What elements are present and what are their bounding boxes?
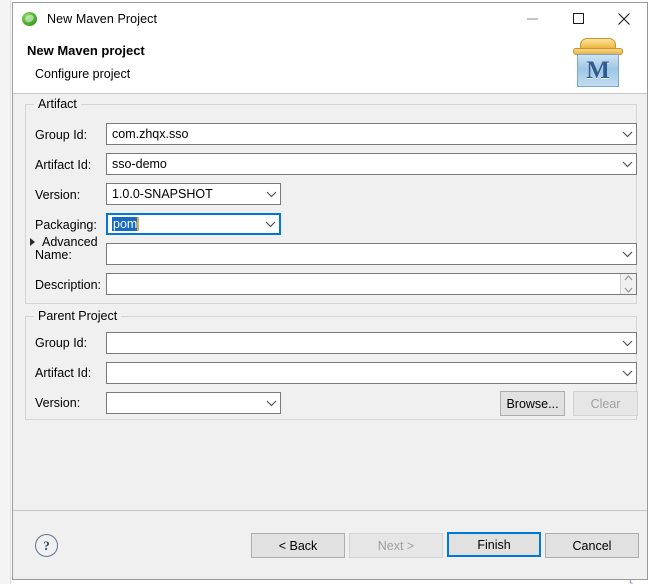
cancel-button[interactable]: Cancel: [545, 533, 639, 558]
description-input[interactable]: [106, 273, 637, 295]
description-value: [107, 274, 620, 294]
wizard-header: New Maven project Configure project M: [13, 34, 647, 94]
title-bar: New Maven Project: [13, 3, 647, 34]
chevron-down-icon[interactable]: [618, 131, 636, 138]
chevron-right-icon: [30, 238, 35, 246]
packaging-value: pom: [112, 216, 140, 231]
scroll-down-icon: [624, 287, 633, 293]
window-title: New Maven Project: [47, 11, 158, 26]
parent-project-legend: Parent Project: [34, 309, 122, 323]
wizard-content: Artifact Group Id: com.zhqx.sso Artifact…: [13, 94, 647, 510]
group-id-label: Group Id:: [35, 128, 88, 142]
page-subtitle: Configure project: [35, 67, 131, 81]
artifact-legend: Artifact: [34, 97, 81, 111]
description-scrollbar[interactable]: [620, 274, 636, 294]
chevron-down-icon[interactable]: [618, 161, 636, 168]
next-button[interactable]: Next >: [349, 533, 443, 558]
chevron-down-icon[interactable]: [262, 191, 280, 198]
description-label: Description:: [35, 278, 101, 292]
parent-version-label: Version:: [35, 396, 81, 410]
parent-artifact-id-label: Artifact Id:: [35, 366, 92, 380]
parent-version-input[interactable]: [106, 392, 281, 414]
parent-group-id-input[interactable]: [106, 332, 637, 354]
chevron-down-icon[interactable]: [262, 400, 280, 407]
maven-project-logo: M: [570, 35, 626, 89]
chevron-down-icon[interactable]: [618, 251, 636, 258]
artifact-id-label: Artifact Id:: [35, 158, 92, 172]
finish-button[interactable]: Finish: [447, 532, 541, 557]
chevron-down-icon[interactable]: [618, 340, 636, 347]
maven-leaf-icon: [22, 11, 38, 27]
advanced-toggle[interactable]: Advanced: [30, 235, 98, 249]
scroll-up-icon: [624, 275, 633, 281]
minimize-icon[interactable]: [509, 3, 555, 34]
packaging-input[interactable]: pom: [106, 213, 281, 235]
editor-gutter-left: [0, 0, 11, 584]
group-id-value: com.zhqx.sso: [112, 127, 189, 141]
parent-artifact-id-input[interactable]: [106, 362, 637, 384]
artifact-id-value: sso-demo: [112, 157, 167, 171]
version-label: Version:: [35, 188, 81, 202]
name-input[interactable]: [106, 243, 637, 265]
maximize-icon[interactable]: [555, 3, 601, 34]
chevron-down-icon[interactable]: [261, 221, 279, 228]
close-icon[interactable]: [601, 3, 647, 34]
advanced-label: Advanced: [42, 235, 98, 249]
logo-letter: M: [586, 57, 610, 84]
back-button[interactable]: < Back: [251, 533, 345, 558]
clear-button[interactable]: Clear: [573, 391, 638, 416]
name-label: Name:: [35, 248, 72, 262]
parent-group-id-label: Group Id:: [35, 336, 88, 350]
group-id-input[interactable]: com.zhqx.sso: [106, 123, 637, 145]
version-value: 1.0.0-SNAPSHOT: [112, 187, 213, 201]
page-title: New Maven project: [27, 43, 145, 58]
packaging-label: Packaging:: [35, 218, 97, 232]
artifact-id-input[interactable]: sso-demo: [106, 153, 637, 175]
help-icon[interactable]: ?: [35, 534, 58, 557]
window-controls: [509, 3, 647, 34]
browse-button[interactable]: Browse...: [500, 391, 565, 416]
version-input[interactable]: 1.0.0-SNAPSHOT: [106, 183, 281, 205]
dialog-footer: ? < Back Next > Finish Cancel: [13, 510, 647, 579]
new-maven-project-dialog: New Maven Project New Maven project Conf…: [12, 2, 648, 580]
chevron-down-icon[interactable]: [618, 370, 636, 377]
